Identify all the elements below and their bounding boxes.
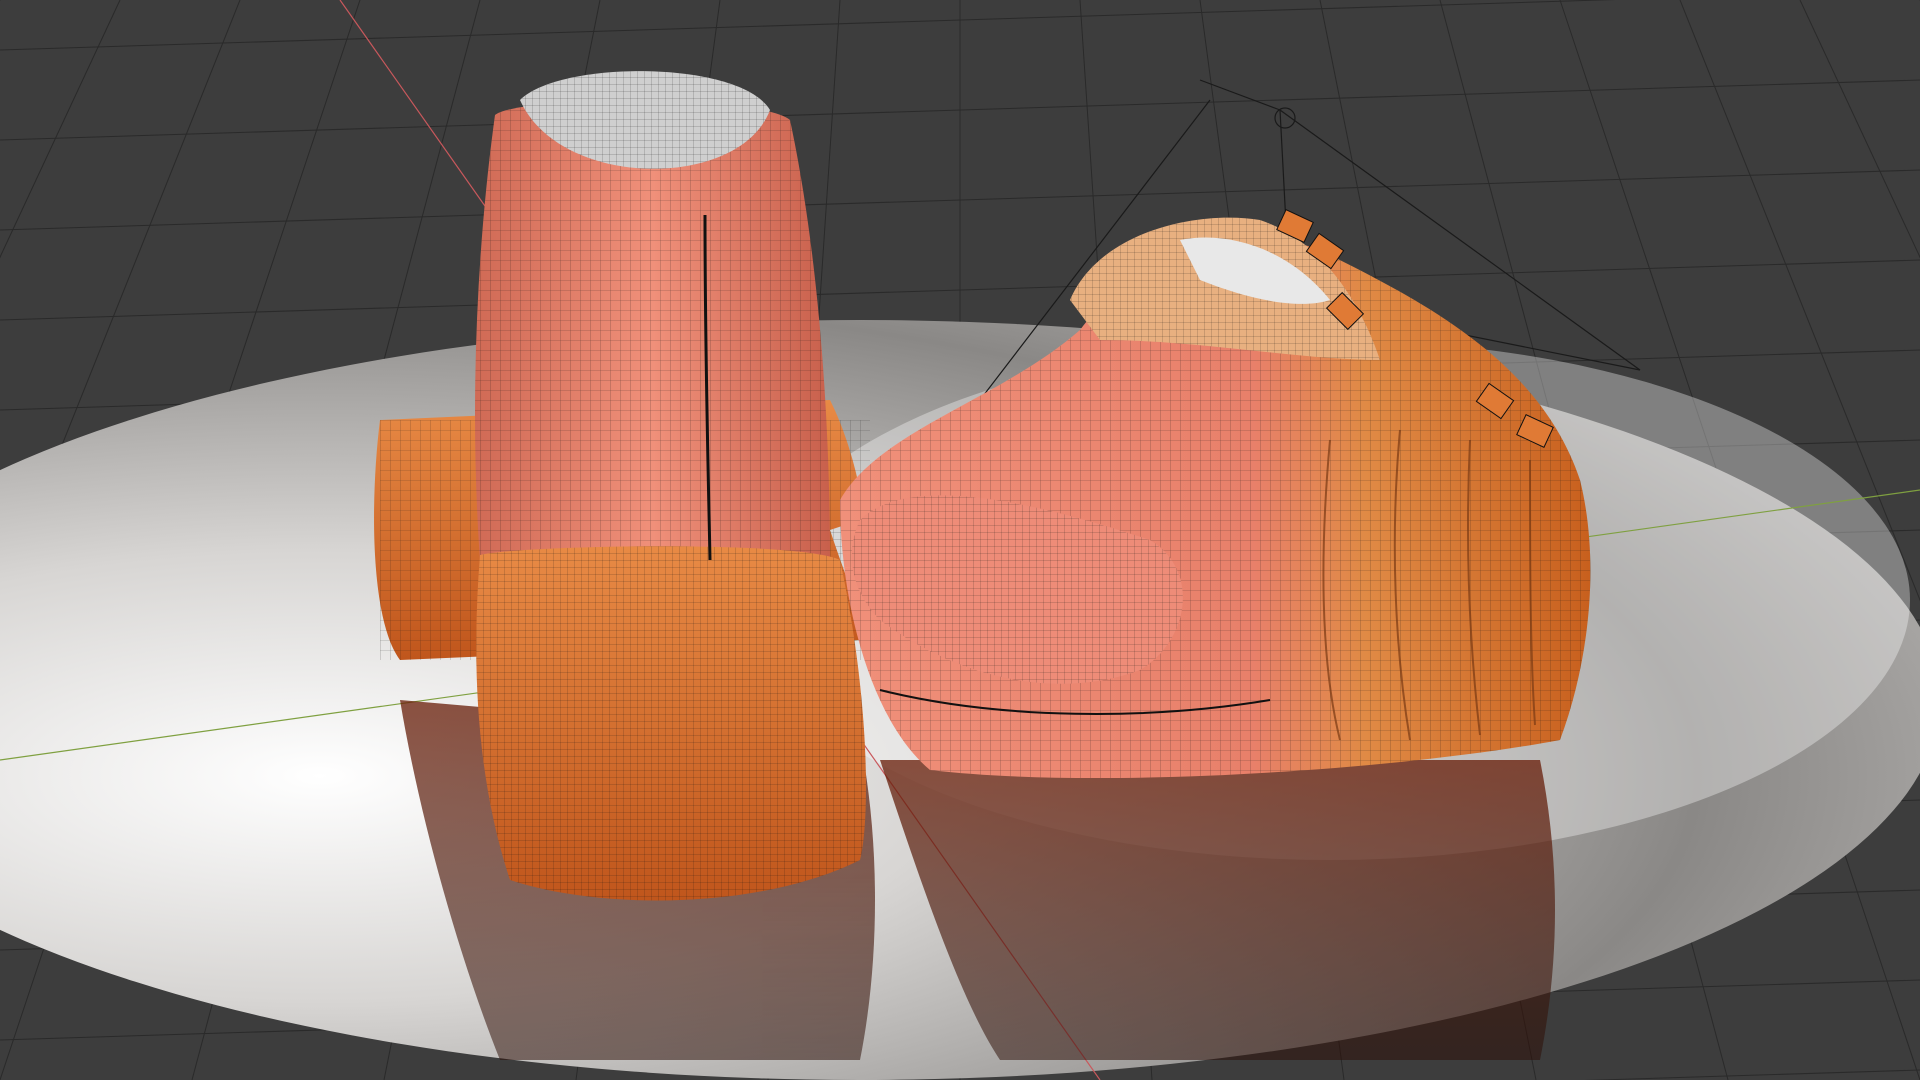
viewport-scene[interactable]	[0, 0, 1920, 1080]
3d-viewport[interactable]	[0, 0, 1920, 1080]
boot-side-view	[830, 209, 1591, 779]
